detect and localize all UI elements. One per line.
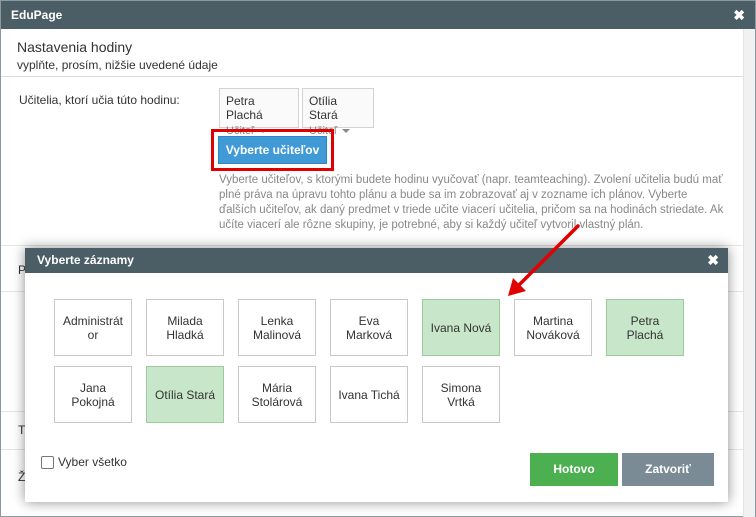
select-teachers-button[interactable]: Vyberte učiteľov [218,136,327,164]
teacher-name: Petra Plachá [226,94,263,122]
window-titlebar: EduPage ✖ [1,1,755,29]
divider [1,245,743,246]
teachers-label: Učitelia, ktorí učia túto hodinu: [19,93,180,107]
select-records-dialog: Vyberte záznamy ✖ Administrát or Milada … [25,248,728,502]
teacher-name: Otília Stará [309,94,338,122]
window-title: EduPage [11,8,63,22]
page-title: Nastavenia hodiny [17,39,133,55]
teacher-tile[interactable]: Martina Nováková [514,299,592,356]
close-icon[interactable]: ✖ [733,7,745,24]
teacher-chip[interactable]: Otília Stará Učiteľ [302,88,374,137]
scrollbar[interactable] [743,29,755,517]
chevron-down-icon [342,129,351,134]
teacher-tile[interactable]: Lenka Malinová [238,299,316,356]
lesson-settings-header: Nastavenia hodiny vyplňte, prosím, nižši… [1,29,743,77]
select-all-checkbox[interactable]: Vyber všetko [41,455,127,469]
teacher-tile[interactable]: Mária Stolárová [238,366,316,423]
dialog-title: Vyberte záznamy [37,253,134,267]
select-all-label: Vyber všetko [58,455,127,469]
dialog-titlebar: Vyberte záznamy ✖ [25,248,728,273]
teacher-tile[interactable]: Administrát or [54,299,132,356]
teacher-tile-selected[interactable]: Petra Plachá [606,299,684,356]
teacher-tile[interactable]: Ivana Tichá [330,366,408,423]
teacher-tile[interactable]: Simona Vrtká [422,366,500,423]
teacher-tile-selected[interactable]: Ivana Nová [422,299,500,356]
teacher-tile[interactable]: Eva Marková [330,299,408,356]
help-text: Vyberte učiteľov, s ktorými budete hodin… [219,174,724,231]
teacher-chip[interactable]: Petra Plachá Učiteľ [219,88,299,137]
done-button[interactable]: Hotovo [530,453,618,486]
checkbox-icon[interactable] [41,455,54,469]
teacher-tile[interactable]: Milada Hladká [146,299,224,356]
teacher-tile[interactable]: Jana Pokojná [54,366,132,423]
close-icon[interactable]: ✖ [707,252,719,269]
page-subtitle: vyplňte, prosím, nižšie uvedené údaje [17,58,218,72]
teacher-tile-selected[interactable]: Otília Stará [146,366,224,423]
close-button[interactable]: Zatvoriť [622,453,714,486]
